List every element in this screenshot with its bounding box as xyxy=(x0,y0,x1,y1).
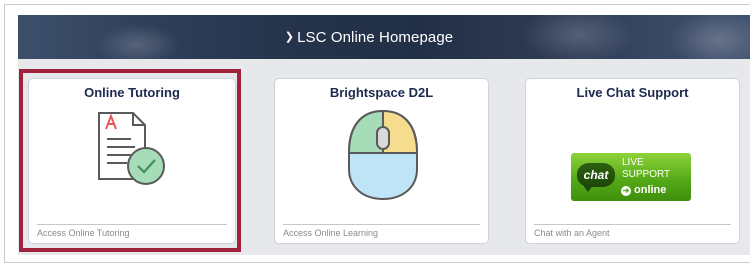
chat-bubble-icon: chat xyxy=(577,163,615,192)
live-chat-badge: chat LIVE SUPPORT ➜ online xyxy=(571,153,691,201)
badge-online: ➜ online xyxy=(621,184,666,196)
tile-separator xyxy=(534,224,731,225)
tile-caption: Access Online Tutoring xyxy=(37,228,130,238)
tile-online-tutoring[interactable]: Online Tutoring Access Online Tutoring xyxy=(28,78,236,244)
tile-separator xyxy=(283,224,480,225)
badge-support-text: SUPPORT xyxy=(622,169,671,180)
chat-bubble-text: chat xyxy=(583,168,609,182)
chevron-down-icon[interactable]: ❯ xyxy=(285,30,294,43)
document-check-icon xyxy=(93,109,173,194)
banner-title-text: LSC Online Homepage xyxy=(297,28,454,46)
arrow-right-icon: ➜ xyxy=(621,186,631,196)
tile-caption: Access Online Learning xyxy=(283,228,379,238)
banner-title[interactable]: ❯ LSC Online Homepage xyxy=(18,15,750,59)
tile-brightspace-d2l[interactable]: Brightspace D2L Access Online Learning xyxy=(274,78,489,244)
badge-online-text: online xyxy=(634,184,667,196)
tile-separator xyxy=(37,224,227,225)
homepage-banner[interactable]: ❯ LSC Online Homepage xyxy=(18,15,750,59)
tile-caption: Chat with an Agent xyxy=(534,228,610,238)
tile-title: Live Chat Support xyxy=(576,85,689,100)
tile-title: Online Tutoring xyxy=(84,85,180,100)
badge-live-text: LIVE xyxy=(622,157,644,168)
tile-title: Brightspace D2L xyxy=(329,85,434,100)
mouse-icon xyxy=(341,107,425,208)
tile-live-chat-support[interactable]: Live Chat Support chat LIVE SUPPORT ➜ onl… xyxy=(525,78,740,244)
